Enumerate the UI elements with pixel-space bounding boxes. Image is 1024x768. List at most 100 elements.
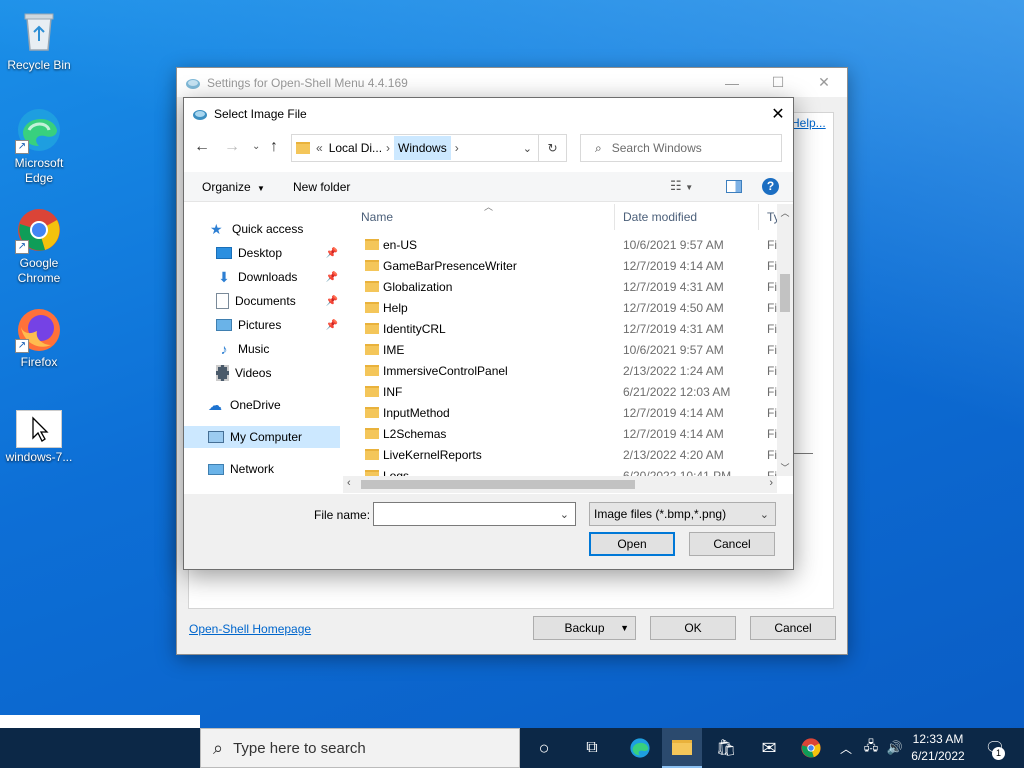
desktop-icon-firefox[interactable]: ↗ Firefox [1,305,77,370]
nav-item-onedrive[interactable]: ☁ OneDrive [208,394,281,416]
network-tray-icon[interactable]: 🖧 [860,728,882,768]
dialog-cancel-button[interactable]: Cancel [689,532,775,556]
nav-item-network[interactable]: Network [208,458,274,480]
file-row[interactable]: Logs 6/20/2022 10:41 PM Fi [353,466,777,476]
column-header-name[interactable]: Name [353,204,615,230]
address-bar[interactable]: « Local Di... › Windows › ⌄ ↻ [291,134,567,162]
up-arrow-icon[interactable]: ↑ [270,138,278,156]
vertical-scrollbar[interactable]: ︿ ﹀ [777,204,793,476]
nav-item-videos[interactable]: Videos [216,362,271,384]
column-header-date-modified[interactable]: Date modified [615,204,759,230]
help-icon[interactable]: ? [762,178,779,195]
pin-icon[interactable]: 📌 [326,320,338,331]
settings-cancel-button[interactable]: Cancel [750,616,836,640]
open-button[interactable]: Open [589,532,675,556]
refresh-icon[interactable]: ↻ [538,135,566,161]
nav-item-my-computer[interactable]: My Computer [184,426,340,448]
breadcrumb-local-disk[interactable]: Local Di... [329,141,382,155]
dialog-close-button[interactable]: ✕ [763,99,793,129]
file-row[interactable]: L2Schemas 12/7/2019 4:14 AM Fi [353,424,777,445]
file-row[interactable]: Help 12/7/2019 4:50 AM Fi [353,298,777,319]
file-row[interactable]: InputMethod 12/7/2019 4:14 AM Fi [353,403,777,424]
file-row[interactable]: LiveKernelReports 2/13/2022 4:20 AM Fi [353,445,777,466]
file-name-input[interactable]: ⌄ [373,502,576,526]
recent-locations-chevron-icon[interactable]: ⌄ [252,141,260,152]
scroll-right-icon[interactable]: › [769,477,773,489]
forward-arrow-icon[interactable]: → [224,138,240,156]
desktop-icon-recycle-bin[interactable]: Recycle Bin [1,8,77,73]
nav-item-label: Music [238,342,270,356]
preview-pane-icon[interactable] [726,180,742,193]
volume-icon[interactable]: 🔊 [884,728,906,768]
file-type-select[interactable]: Image files (*.bmp,*.png) ⌄ [589,502,776,526]
dialog-titlebar[interactable]: Select Image File ✕ [184,98,793,129]
cortana-icon[interactable]: ○ [524,728,564,768]
scrollbar-thumb[interactable] [361,480,635,489]
store-icon[interactable]: 🛍 [706,728,746,768]
mail-icon[interactable]: ✉ [749,728,789,768]
scrollbar-thumb[interactable] [780,274,790,312]
select-image-file-dialog: Select Image File ✕ ← → ⌄ ↑ « Local Di..… [183,97,794,570]
scroll-up-icon[interactable]: ︿ [777,206,793,219]
minimize-button[interactable]: — [709,68,755,97]
search-box[interactable]: ⌕ Search Windows [580,134,782,162]
task-view-icon[interactable]: ⧉ [572,728,612,768]
file-date: 2/13/2022 4:20 AM [623,448,724,462]
backup-button[interactable]: Backup ▼ [533,616,636,640]
desktop-icon-windows-7-file[interactable]: windows-7... [1,410,77,465]
search-placeholder: Search Windows [611,141,702,155]
nav-item-label: Documents [235,294,296,308]
help-link[interactable]: Help... [791,116,826,130]
taskbar-search-box[interactable]: ⌕ Type here to search [200,728,520,768]
file-row[interactable]: INF 6/21/2022 12:03 AM Fi [353,382,777,403]
desktop-icon-chrome[interactable]: ↗ Google Chrome [1,206,77,286]
desktop-icon-edge[interactable]: ↗ Microsoft Edge [1,106,77,186]
back-arrow-icon[interactable]: ← [194,138,210,156]
file-row[interactable]: GameBarPresenceWriter 12/7/2019 4:14 AM Fi [353,256,777,277]
notification-center-icon[interactable]: 🗨 1 [980,728,1010,768]
breadcrumb-windows[interactable]: Windows [394,136,451,160]
pictures-icon [216,319,232,331]
pin-icon[interactable]: 📌 [326,296,338,307]
pin-icon[interactable]: 📌 [326,248,338,259]
open-shell-homepage-link[interactable]: Open-Shell Homepage [189,622,311,636]
chrome-taskbar-icon[interactable] [791,728,831,768]
address-dropdown-icon[interactable]: ⌄ [523,142,532,155]
view-options-icon[interactable]: ☷ ▼ [670,178,693,194]
nav-item-label: Desktop [238,246,283,260]
nav-item-quick-access[interactable]: ★ Quick access [210,218,303,240]
file-row[interactable]: en-US 10/6/2021 9:57 AM Fi [353,235,777,256]
nav-item-desktop[interactable]: Desktop 📌 [216,242,338,264]
horizontal-scrollbar[interactable]: ‹ › [343,476,777,493]
nav-item-downloads[interactable]: ⬇ Downloads 📌 [216,266,338,288]
close-button[interactable]: ✕ [801,68,847,97]
organize-menu[interactable]: Organize ▼ [202,180,265,194]
edge-taskbar-icon[interactable] [620,728,660,768]
settings-titlebar[interactable]: Settings for Open-Shell Menu 4.4.169 — ☐… [177,68,847,97]
taskbar-clock[interactable]: 12:33 AM 6/21/2022 [908,731,968,765]
nav-item-pictures[interactable]: Pictures 📌 [216,314,338,336]
new-folder-button[interactable]: New folder [293,180,350,194]
file-row[interactable]: IdentityCRL 12/7/2019 4:31 AM Fi [353,319,777,340]
show-hidden-icons-chevron-icon[interactable]: ︿ [836,728,856,768]
scroll-down-icon[interactable]: ﹀ [777,461,793,474]
file-type: Fi [767,238,777,252]
file-date: 12/7/2019 4:50 AM [623,301,724,315]
file-name: INF [383,385,403,399]
dropdown-arrow-icon[interactable]: ⌄ [760,508,769,521]
overflow-chevron[interactable]: « [316,141,323,155]
nav-item-documents[interactable]: Documents 📌 [216,290,338,312]
breadcrumb-separator-icon[interactable]: › [386,141,390,155]
pin-icon[interactable]: 📌 [326,272,338,283]
file-row[interactable]: IME 10/6/2021 9:57 AM Fi [353,340,777,361]
file-row[interactable]: ImmersiveControlPanel 2/13/2022 1:24 AM Fi [353,361,777,382]
breadcrumb-separator-icon[interactable]: › [455,141,459,155]
network-icon [208,463,224,475]
file-row[interactable]: Globalization 12/7/2019 4:31 AM Fi [353,277,777,298]
dropdown-arrow-icon[interactable]: ⌄ [560,508,569,521]
scroll-left-icon[interactable]: ‹ [347,477,351,489]
ok-button[interactable]: OK [650,616,736,640]
file-explorer-taskbar-icon[interactable] [662,728,702,768]
maximize-button[interactable]: ☐ [755,68,801,97]
nav-item-music[interactable]: ♪ Music [216,338,270,360]
